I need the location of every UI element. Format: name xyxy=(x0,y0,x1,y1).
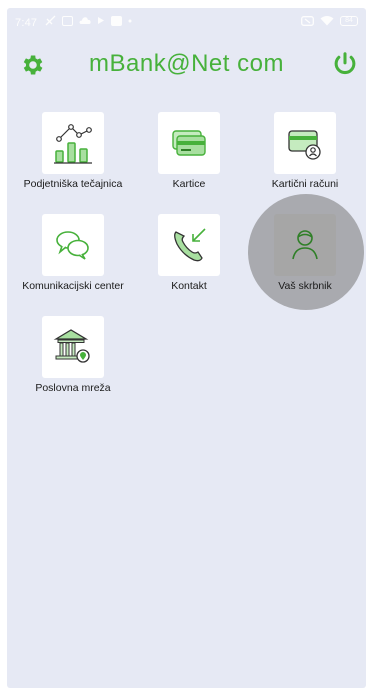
tile-icon-box xyxy=(158,214,220,276)
tile-label: Poslovna mreža xyxy=(35,382,111,394)
card-account-icon xyxy=(288,130,321,160)
notification-icon xyxy=(45,15,56,26)
cloud-icon xyxy=(79,17,91,24)
power-icon[interactable] xyxy=(332,51,358,77)
phone-icon xyxy=(174,228,206,262)
tile-icon-box xyxy=(158,112,220,174)
tile-komunikacijski-center[interactable]: Komunikacijski center xyxy=(18,214,128,292)
bank-branch-icon xyxy=(53,329,90,363)
tile-label: Vaš skrbnik xyxy=(278,280,332,292)
gallery-icon xyxy=(62,15,73,26)
notification-icons xyxy=(45,15,132,26)
tile-kartice[interactable]: Kartice xyxy=(134,112,244,190)
dot-icon xyxy=(128,19,132,22)
tile-karticni-racuni[interactable]: Kartični računi xyxy=(250,112,360,190)
tile-label: Kontakt xyxy=(171,280,207,292)
wifi-icon xyxy=(320,16,334,26)
chat-icon xyxy=(56,231,89,260)
tile-icon-box xyxy=(42,112,104,174)
tile-podjetniska-tecajnica[interactable]: Podjetniška tečajnica xyxy=(18,112,128,190)
tile-label: Podjetniška tečajnica xyxy=(23,178,123,190)
app-icon xyxy=(111,15,122,26)
tile-label: Kartice xyxy=(172,178,206,190)
tile-kontakt[interactable]: Kontakt xyxy=(134,214,244,292)
nfc-icon xyxy=(301,15,314,26)
app-header: mBank@Net com xyxy=(7,48,366,88)
battery-icon: 84 xyxy=(340,15,358,26)
chart-icon xyxy=(54,124,92,164)
system-icons: 84 xyxy=(301,15,358,26)
tile-icon-box xyxy=(42,214,104,276)
app-screen: 7:47 84 mBank@Net com Podjetniška tečajn… xyxy=(7,8,366,688)
play-icon xyxy=(98,17,104,24)
tile-vas-skrbnik[interactable]: Vaš skrbnik xyxy=(250,214,360,292)
status-bar: 7:47 84 xyxy=(7,8,366,36)
tile-label: Komunikacijski center xyxy=(22,280,124,292)
status-time: 7:47 xyxy=(15,17,38,29)
advisor-icon xyxy=(292,230,318,260)
tile-label: Kartični računi xyxy=(271,178,339,190)
cards-icon xyxy=(172,130,206,156)
tile-icon-box xyxy=(274,214,336,276)
app-title: mBank@Net com xyxy=(89,50,284,77)
tile-icon-box xyxy=(274,112,336,174)
tile-icon-box xyxy=(42,316,104,378)
tile-poslovna-mreza[interactable]: Poslovna mreža xyxy=(18,316,128,394)
